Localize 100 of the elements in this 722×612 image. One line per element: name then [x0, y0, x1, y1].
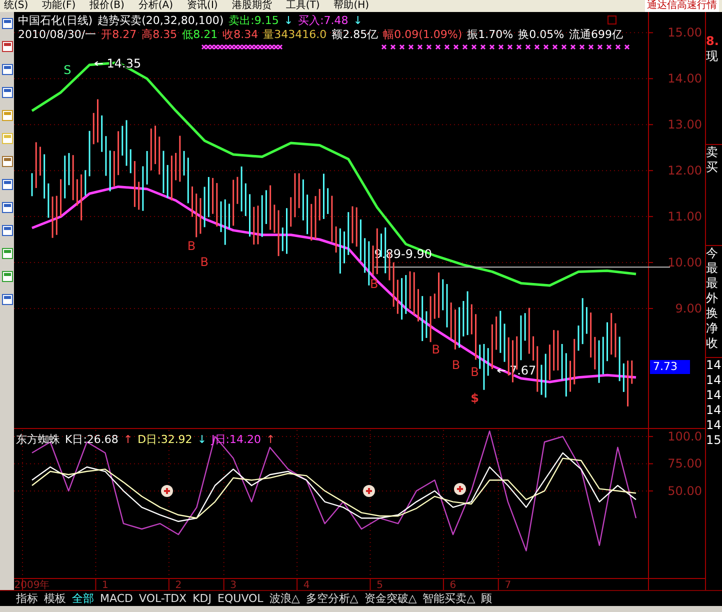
toolbar-icon[interactable]: [2, 156, 12, 167]
axis-label: 50.00: [668, 484, 702, 498]
indicator-text: ↓: [197, 433, 207, 446]
tab[interactable]: 全部: [72, 591, 94, 606]
toolbar-icon[interactable]: [2, 87, 12, 98]
toolbar-icon[interactable]: [2, 179, 12, 190]
date-label: 4: [303, 580, 310, 590]
axis-label: 13.00: [668, 118, 702, 132]
tab[interactable]: 智能买卖△: [422, 591, 476, 606]
square-icon: [608, 16, 616, 24]
date-label: 7: [504, 580, 512, 590]
title-text: ↓: [284, 14, 294, 27]
panel-text: 最: [706, 261, 719, 276]
panel-text: 15: [706, 433, 722, 448]
quote-text: 额2.85亿: [332, 28, 378, 41]
menu-item[interactable]: 报价(B): [90, 0, 124, 12]
plus-marker-icon: [160, 484, 174, 498]
tab[interactable]: 多空分析△: [306, 591, 358, 606]
plus-marker-icon: [362, 484, 376, 498]
toolbar-icon[interactable]: [2, 294, 12, 305]
quote-text: 幅0.09(1.09%): [383, 28, 462, 41]
panel-text: 买: [706, 160, 719, 175]
indicator-text: ↑: [123, 433, 133, 446]
tab[interactable]: 指标: [16, 591, 38, 606]
date-label: 2: [175, 580, 182, 590]
toolbar-icon[interactable]: [2, 225, 12, 236]
tab[interactable]: 资金突破△: [364, 591, 417, 606]
quote-text: 高8.35: [142, 28, 178, 41]
current-price-label: 7.73: [650, 360, 690, 374]
toolbar-icon[interactable]: [2, 41, 12, 52]
panel-text: 14: [706, 388, 722, 403]
signal-label: $: [470, 390, 479, 405]
axis-label: 12.00: [668, 164, 702, 178]
date-label: 6: [450, 580, 456, 590]
quote-text: 收8.34: [222, 28, 258, 41]
panel-text: 现: [706, 49, 719, 64]
quote-text: 2010/08/30/一: [18, 28, 96, 41]
title-text: 中国石化(日线): [18, 14, 93, 27]
indicator-text: J日:14.20: [212, 433, 261, 446]
panel-text: 最: [706, 276, 719, 291]
quote-text: 流通699亿: [569, 28, 624, 41]
axis-label: 9.00: [675, 301, 702, 316]
panel-text: 收: [706, 336, 719, 351]
tab[interactable]: 顾: [481, 591, 492, 606]
axis-label: 15.00: [668, 26, 702, 40]
title-text: 买入:7.48: [298, 14, 348, 27]
panel-text: 今: [706, 246, 719, 261]
tab[interactable]: VOL-TDX: [138, 592, 187, 606]
title-text: 卖出:9.15: [228, 14, 279, 27]
menu-item[interactable]: 资讯(I): [187, 0, 218, 12]
toolbar-icon[interactable]: [2, 18, 12, 29]
menu-item[interactable]: 港股期货: [232, 0, 272, 12]
tab[interactable]: MACD: [100, 592, 133, 606]
panel-text: 14: [706, 403, 722, 418]
sell-signal-label: S: [64, 63, 72, 78]
axis-label: 14.00: [668, 72, 702, 86]
date-label: 3: [230, 580, 237, 590]
panel-text: 外: [706, 291, 719, 306]
indicator-text: ↑: [266, 433, 276, 446]
axis-label: 75.00: [668, 456, 702, 471]
toolbar-icon[interactable]: [2, 248, 12, 259]
panel-text: 换: [706, 306, 719, 321]
date-label: 5: [376, 580, 383, 590]
quote-text: 换0.05%: [518, 28, 564, 41]
panel-text: 净: [706, 321, 719, 336]
panel-text: 14: [706, 418, 722, 433]
tab[interactable]: EQUVOL: [218, 592, 264, 606]
leader-line: [94, 61, 104, 66]
buy-signal-label: B: [370, 277, 378, 291]
leader-line: [496, 368, 506, 374]
buy-signal-label: B: [200, 254, 208, 269]
quote-text: 量343416.0: [263, 28, 327, 41]
tab[interactable]: 模板: [44, 591, 66, 606]
toolbar-icon[interactable]: [2, 202, 12, 213]
indicator-text: 东方蜘蛛: [16, 433, 60, 446]
tab[interactable]: KDJ: [192, 592, 212, 606]
buy-signal-label: B: [432, 342, 440, 357]
tab[interactable]: 波浪△: [269, 591, 300, 606]
toolbar-icon[interactable]: [2, 64, 12, 75]
toolbar-icon[interactable]: [2, 271, 12, 282]
buy-signal-label: B: [187, 238, 196, 253]
menu-item[interactable]: 帮助(H): [334, 0, 370, 12]
menu-item[interactable]: 分析(A): [138, 0, 174, 12]
date-label: 1: [102, 580, 108, 590]
panel-text: 卖: [706, 145, 719, 160]
title-text: ↓: [353, 14, 362, 27]
panel-text: 14: [706, 358, 722, 373]
axis-label: 10.00: [668, 256, 702, 270]
plus-marker-icon: [453, 482, 468, 496]
title-text: 趋势买卖(20,32,80,100): [98, 14, 224, 27]
menu-item[interactable]: 功能(F): [42, 0, 76, 12]
indicator-text: K日:26.68: [65, 433, 118, 446]
indicator-text: D日:32.92: [138, 433, 192, 446]
quote-text: 振1.70%: [467, 28, 514, 41]
quote-text: 开8.27: [101, 28, 137, 41]
menu-item[interactable]: 工具(T): [286, 0, 320, 12]
axis-label: 11.00: [668, 210, 702, 224]
panel-text: 14: [706, 373, 722, 388]
buy-signal-label: B: [470, 364, 479, 379]
quote-text: 低8.21: [182, 28, 218, 41]
